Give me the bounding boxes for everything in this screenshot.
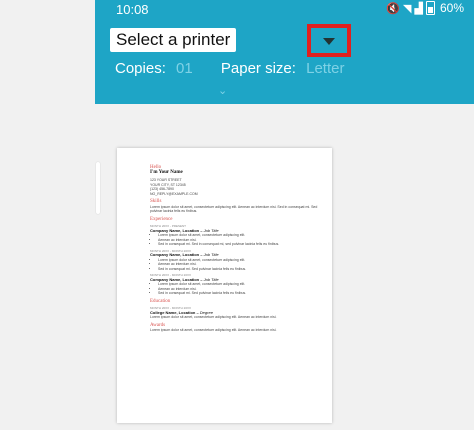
job-role: Job Title bbox=[203, 252, 219, 257]
job-role: Job Title bbox=[203, 227, 219, 233]
paper-size-value[interactable]: Letter bbox=[306, 60, 344, 77]
college-name: College Name, Location bbox=[150, 309, 196, 315]
company-name: Company Name, Location bbox=[150, 252, 200, 257]
mute-icon: 🔇 bbox=[386, 2, 401, 15]
printer-select[interactable]: Select a printer bbox=[110, 28, 237, 52]
job-bullet: Sed in consequat mi. Sed pulvinar lacini… bbox=[158, 291, 325, 296]
expand-chevron-icon[interactable]: ⌄ bbox=[218, 84, 227, 97]
edu-degree: Degree bbox=[199, 309, 213, 315]
printer-dropdown-button[interactable] bbox=[307, 24, 351, 57]
doc-skills-text: Lorem ipsum dolor sit amet, consectetuer… bbox=[150, 204, 318, 214]
print-header: 10:08 🔇 ◥ ▟ 60% Select a printer Copies:… bbox=[95, 0, 474, 104]
job-entry: MONTH 20XX - PRESENT Company Name, Locat… bbox=[150, 224, 325, 247]
status-icons: 🔇 ◥ ▟ 60% bbox=[386, 1, 464, 15]
job-bullet: Sed in consequat mi. Sed in consequat mi… bbox=[158, 242, 325, 247]
resume-document: Hello I'm Your Name 123 YOUR STREET YOUR… bbox=[150, 154, 325, 333]
job-entry: MONTH 20XX - MONTH 20XX Company Name, Lo… bbox=[150, 273, 325, 296]
job-bullet: Sed in consequat mi. Sed pulvinar lacini… bbox=[158, 267, 325, 272]
doc-experience-heading: Experience bbox=[150, 216, 173, 222]
print-preview-page: Hello I'm Your Name 123 YOUR STREET YOUR… bbox=[117, 148, 332, 423]
dropdown-triangle-icon bbox=[323, 38, 335, 45]
battery-percent: 60% bbox=[439, 1, 464, 15]
job-bullets: Lorem ipsum dolor sit amet, consectetuer… bbox=[150, 258, 325, 272]
doc-name: I'm Your Name bbox=[150, 169, 183, 175]
copies-label: Copies: bbox=[115, 60, 166, 77]
job-bullets: Lorem ipsum dolor sit amet, consectetuer… bbox=[150, 282, 325, 296]
status-bar: 10:08 🔇 ◥ ▟ 60% bbox=[95, 0, 474, 20]
awards-text: Lorem ipsum dolor sit amet, consectetuer… bbox=[150, 328, 277, 332]
job-role: Job Title bbox=[203, 276, 219, 282]
job-bullets: Lorem ipsum dolor sit amet, consectetuer… bbox=[150, 233, 325, 247]
battery-icon bbox=[425, 1, 435, 15]
status-time: 10:08 bbox=[116, 2, 149, 17]
company-name: Company Name, Location bbox=[150, 227, 200, 233]
copies-value[interactable]: 01 bbox=[176, 60, 193, 77]
edu-text: Lorem ipsum dolor sit amet, consectetuer… bbox=[150, 315, 277, 319]
company-name: Company Name, Location bbox=[150, 276, 200, 282]
wifi-icon: ◥ bbox=[403, 2, 412, 15]
side-drag-handle[interactable] bbox=[96, 162, 100, 214]
paper-size-label: Paper size: bbox=[220, 60, 296, 77]
doc-address: 123 YOUR STREET YOUR CITY, ST 12345 (123… bbox=[150, 178, 325, 196]
address-line: NO_REPLY@EXAMPLE.COM bbox=[150, 191, 198, 196]
job-entry: MONTH 20XX - MONTH 20XX Company Name, Lo… bbox=[150, 249, 325, 272]
print-settings-row: Copies: 01 Paper size: Letter bbox=[115, 60, 350, 77]
doc-education-heading: Education bbox=[150, 298, 171, 304]
signal-icon: ▟ bbox=[414, 2, 423, 15]
